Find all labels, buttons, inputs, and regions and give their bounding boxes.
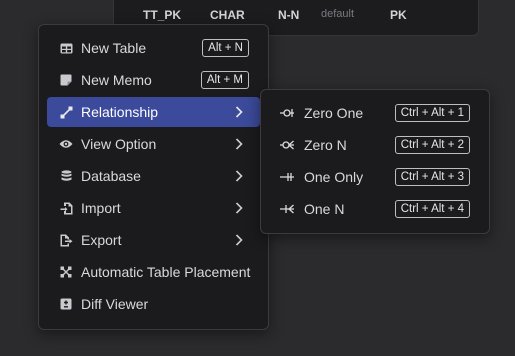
menu-item-label: Export: [81, 232, 122, 248]
one-only-icon: [280, 170, 294, 184]
submenu-item-label: Zero N: [304, 137, 347, 153]
chevron-right-icon: [232, 201, 246, 215]
menu-item-label: Automatic Table Placement: [81, 264, 251, 280]
memo-icon: [59, 73, 73, 87]
menu-item-database[interactable]: Database: [47, 161, 260, 191]
eye-icon: [59, 137, 73, 151]
submenu-item-label: One Only: [304, 169, 364, 185]
database-icon: [59, 169, 73, 183]
export-icon: [59, 233, 73, 247]
shortcut-badge: Ctrl + Alt + 3: [394, 168, 470, 186]
column-nullable: N-N: [278, 8, 300, 22]
submenu-item-one-n[interactable]: One N Ctrl + Alt + 4: [272, 194, 478, 224]
submenu-item-one-only[interactable]: One Only Ctrl + Alt + 3: [272, 162, 478, 192]
column-key: PK: [390, 8, 407, 22]
column-default: default: [321, 8, 355, 20]
relationship-submenu: Zero One Ctrl + Alt + 1 Zero N Ctrl + Al…: [260, 89, 490, 234]
context-menu: New Table Alt + N New Memo Alt + M Relat…: [38, 24, 269, 330]
diff-icon: [59, 297, 73, 311]
menu-item-new-table[interactable]: New Table Alt + N: [47, 33, 260, 63]
submenu-item-zero-n[interactable]: Zero N Ctrl + Alt + 2: [272, 130, 478, 160]
one-n-icon: [280, 202, 294, 216]
menu-item-label: Relationship: [81, 104, 159, 120]
submenu-item-zero-one[interactable]: Zero One Ctrl + Alt + 1: [272, 98, 478, 128]
menu-item-automatic-table-placement[interactable]: Automatic Table Placement: [47, 257, 260, 287]
menu-item-diff-viewer[interactable]: Diff Viewer: [47, 289, 260, 319]
menu-item-export[interactable]: Export: [47, 225, 260, 255]
chevron-right-icon: [232, 169, 246, 183]
menu-item-view-option[interactable]: View Option: [47, 129, 260, 159]
table-column-row[interactable]: TT_PK CHAR N-N default PK: [114, 5, 478, 25]
column-name: TT_PK: [143, 8, 182, 22]
auto-placement-icon: [59, 265, 73, 279]
submenu-item-label: Zero One: [304, 105, 364, 121]
menu-item-label: New Memo: [81, 72, 152, 88]
menu-item-import[interactable]: Import: [47, 193, 260, 223]
shortcut-badge: Ctrl + Alt + 1: [394, 104, 470, 122]
menu-item-relationship[interactable]: Relationship: [47, 97, 260, 127]
chevron-right-icon: [232, 105, 246, 119]
table-icon: [59, 41, 73, 55]
shortcut-badge: Ctrl + Alt + 2: [394, 136, 470, 154]
chevron-right-icon: [232, 233, 246, 247]
shortcut-badge: Alt + M: [200, 71, 249, 89]
zero-one-icon: [280, 106, 294, 120]
menu-item-new-memo[interactable]: New Memo Alt + M: [47, 65, 260, 95]
submenu-item-label: One N: [304, 201, 345, 217]
shortcut-badge: Alt + N: [202, 39, 249, 57]
shortcut-badge: Ctrl + Alt + 4: [394, 200, 470, 218]
menu-item-label: Import: [81, 200, 121, 216]
zero-n-icon: [280, 138, 294, 152]
chevron-right-icon: [232, 137, 246, 151]
column-data-type: CHAR: [210, 8, 245, 22]
menu-item-label: View Option: [81, 136, 157, 152]
menu-item-label: Database: [81, 168, 141, 184]
relationship-icon: [59, 105, 73, 119]
menu-item-label: New Table: [81, 40, 147, 56]
menu-item-label: Diff Viewer: [81, 296, 149, 312]
import-icon: [59, 201, 73, 215]
